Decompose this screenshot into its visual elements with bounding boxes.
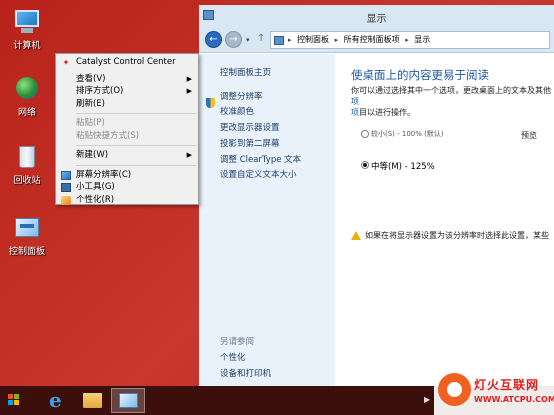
link-project-second-screen[interactable]: 投影到第二屏幕 xyxy=(220,137,280,149)
back-button[interactable]: ← xyxy=(205,31,222,48)
breadcrumb-item[interactable]: 显示 xyxy=(414,35,430,44)
page-description: 你可以通过选择其中一个选项，更改桌面上的文本及其他项 项目以进行操作。 xyxy=(351,85,554,118)
menu-item-screen-resolution[interactable]: 屏幕分辨率(C) xyxy=(56,169,198,182)
warning-icon xyxy=(351,231,361,240)
breadcrumb-item[interactable]: 控制面板 xyxy=(297,35,329,44)
network-icon xyxy=(12,75,42,103)
radio-small[interactable] xyxy=(361,130,369,138)
desktop-icon-label: 回收站 xyxy=(13,176,41,186)
control-panel-icon xyxy=(12,214,42,242)
windows-logo-icon[interactable] xyxy=(8,394,20,406)
link-calibrate-color[interactable]: 校准颜色 xyxy=(220,105,254,117)
up-arrow-icon[interactable]: ↑ xyxy=(257,33,265,44)
watermark: 灯火互联网 WWW.ATCPU.COM xyxy=(434,371,554,415)
desktop-icon-label: 网络 xyxy=(17,108,36,118)
desktop-icon-recycle-bin[interactable]: 回收站 xyxy=(2,143,52,186)
description-link[interactable]: 项 xyxy=(351,97,359,106)
menu-item-label: 粘贴(P) xyxy=(76,118,105,128)
chevron-down-icon[interactable]: ▾ xyxy=(246,36,250,44)
screen-resolution-icon xyxy=(61,170,71,180)
address-field[interactable]: ▸ 控制面板 ▸ 所有控制面板项 ▸ 显示 xyxy=(270,31,550,49)
watermark-name: 灯火互联网 xyxy=(474,378,540,392)
preview-label: 预览 xyxy=(521,131,537,140)
menu-item-label: 屏幕分辨率(C) xyxy=(76,169,132,180)
menu-item-catalyst[interactable]: ✦ Catalyst Control Center xyxy=(56,56,198,69)
menu-item-label: 新建(W) xyxy=(76,150,109,160)
radio-medium[interactable] xyxy=(361,161,369,169)
link-adjust-cleartype[interactable]: 调整 ClearType 文本 xyxy=(220,153,301,165)
link-devices-printers[interactable]: 设备和打印机 xyxy=(220,367,271,379)
description-text: 你可以通过选择其中一个选项，更改桌面上的文本及其他 xyxy=(351,86,551,95)
personalize-icon xyxy=(61,195,71,205)
menu-separator xyxy=(76,145,196,146)
chevron-right-icon: ▸ xyxy=(405,36,409,44)
window-title: 显示 xyxy=(366,14,387,25)
option-small-label[interactable]: 较小(S) - 100% (默认) xyxy=(371,129,444,139)
menu-item-view[interactable]: 查看(V) ▶ xyxy=(56,73,198,86)
display-window: 显示 ← → ▾ ↑ ▸ 控制面板 ▸ 所有控制面板项 ▸ 显示 控制面板主页 … xyxy=(199,5,554,386)
link-custom-text-size[interactable]: 设置自定义文本大小 xyxy=(220,168,297,180)
main-content: 使桌面上的内容更易于阅读 你可以通过选择其中一个选项，更改桌面上的文本及其他项 … xyxy=(335,54,554,386)
speaker-icon[interactable]: ▶ xyxy=(424,395,430,404)
menu-item-label: 粘贴快捷方式(S) xyxy=(76,130,140,141)
menu-item-label: Catalyst Control Center xyxy=(76,57,176,67)
menu-item-sort-by[interactable]: 排序方式(O) ▶ xyxy=(56,85,198,98)
address-bar: ← → ▾ ↑ ▸ 控制面板 ▸ 所有控制面板项 ▸ 显示 xyxy=(199,27,554,53)
watermark-logo xyxy=(438,373,471,406)
amd-icon: ✦ xyxy=(62,58,70,67)
link-adjust-resolution[interactable]: 调整分辨率 xyxy=(220,90,263,102)
title-bar[interactable]: 显示 xyxy=(199,5,554,27)
link-control-panel-home[interactable]: 控制面板主页 xyxy=(220,66,271,78)
menu-item-personalize[interactable]: 个性化(R) xyxy=(56,194,198,207)
recycle-bin-icon xyxy=(12,143,42,171)
description-link[interactable]: 项 xyxy=(351,108,359,117)
file-explorer-icon[interactable] xyxy=(78,388,106,413)
desktop-icon-label: 计算机 xyxy=(13,41,41,51)
option-medium-label[interactable]: 中等(M) - 125% xyxy=(371,160,435,172)
breadcrumb-item[interactable]: 所有控制面板项 xyxy=(344,35,400,44)
chevron-right-icon: ▸ xyxy=(334,36,339,44)
watermark-url: WWW.ATCPU.COM xyxy=(474,395,554,404)
computer-icon xyxy=(12,8,42,36)
desktop-icon-control-panel[interactable]: 控制面板 xyxy=(2,214,52,257)
see-also-heading: 另请参阅 xyxy=(220,337,255,347)
submenu-arrow-icon: ▶ xyxy=(186,151,192,159)
menu-item-gadgets[interactable]: 小工具(G) xyxy=(56,181,198,194)
menu-item-new[interactable]: 新建(W) ▶ xyxy=(56,149,198,162)
left-pane: 控制面板主页 调整分辨率 校准颜色 更改显示器设置 投影到第二屏幕 调整 Cle… xyxy=(199,54,335,386)
internet-explorer-icon[interactable]: e xyxy=(44,388,72,413)
page-title: 使桌面上的内容更易于阅读 xyxy=(351,68,489,82)
menu-item-label: 查看(V) xyxy=(76,73,106,84)
gadgets-icon xyxy=(61,183,71,192)
submenu-arrow-icon: ▶ xyxy=(186,87,192,95)
chevron-right-icon: ▸ xyxy=(288,36,292,44)
menu-item-label: 个性化(R) xyxy=(76,194,115,205)
submenu-arrow-icon: ▶ xyxy=(186,74,192,83)
menu-item-refresh[interactable]: 刷新(E) xyxy=(56,98,198,111)
description-text: 目以进行操作。 xyxy=(359,108,415,117)
menu-separator xyxy=(76,164,196,166)
menu-item-label: 小工具(G) xyxy=(76,182,115,192)
warning-text: 如果在将显示器设置为该分辨率时选择此设置，某些 xyxy=(365,231,549,240)
menu-item-paste-shortcut[interactable]: 粘贴快捷方式(S) xyxy=(56,130,198,143)
menu-item-paste[interactable]: 粘贴(P) xyxy=(56,117,198,130)
desktop-context-menu: ✦ Catalyst Control Center 查看(V) ▶ 排序方式(O… xyxy=(55,53,199,205)
shield-icon xyxy=(206,98,215,108)
control-panel-icon xyxy=(274,36,284,45)
link-personalization[interactable]: 个性化 xyxy=(220,351,246,363)
menu-item-label: 排序方式(O) xyxy=(76,86,124,96)
menu-item-label: 刷新(E) xyxy=(76,98,106,109)
menu-separator xyxy=(76,113,196,114)
breadcrumb: ▸ 控制面板 ▸ 所有控制面板项 ▸ 显示 xyxy=(288,34,433,46)
forward-button[interactable]: → xyxy=(225,31,242,48)
desktop-icon-label: 控制面板 xyxy=(8,247,45,257)
desktop-icon-network[interactable]: 网络 xyxy=(2,75,52,118)
link-change-display-settings[interactable]: 更改显示器设置 xyxy=(220,121,280,133)
desktop-icon-computer[interactable]: 计算机 xyxy=(2,8,52,51)
control-panel-icon[interactable] xyxy=(111,388,145,413)
